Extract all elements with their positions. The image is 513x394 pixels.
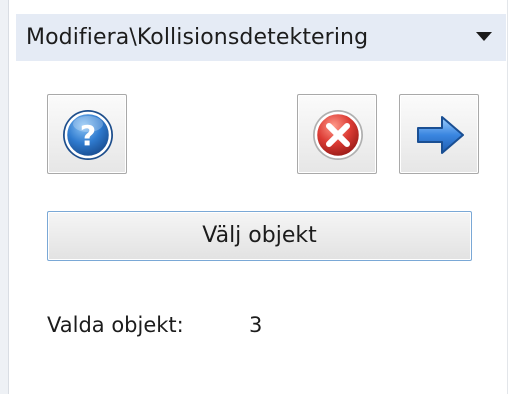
help-button[interactable]: ? xyxy=(47,94,127,174)
cancel-icon xyxy=(313,110,363,160)
tool-panel: Modifiera\Kollisionsdetektering ? Välj o… xyxy=(0,0,513,394)
cancel-button[interactable] xyxy=(297,94,377,174)
triangle-down-icon[interactable] xyxy=(476,32,492,41)
select-objects-button[interactable]: Välj objekt xyxy=(47,211,472,261)
next-button[interactable] xyxy=(399,94,479,174)
help-icon: ? xyxy=(63,110,113,160)
panel-left-edge xyxy=(0,0,9,394)
selected-objects-count: 3 xyxy=(249,313,263,337)
arrow-right-icon xyxy=(417,116,464,154)
svg-text:?: ? xyxy=(80,119,96,152)
selected-objects-label: Valda objekt: xyxy=(47,313,184,337)
panel-title: Modifiera\Kollisionsdetektering xyxy=(26,25,369,50)
panel-scrollbar-edge xyxy=(507,0,513,394)
panel-header: Modifiera\Kollisionsdetektering xyxy=(16,14,506,61)
